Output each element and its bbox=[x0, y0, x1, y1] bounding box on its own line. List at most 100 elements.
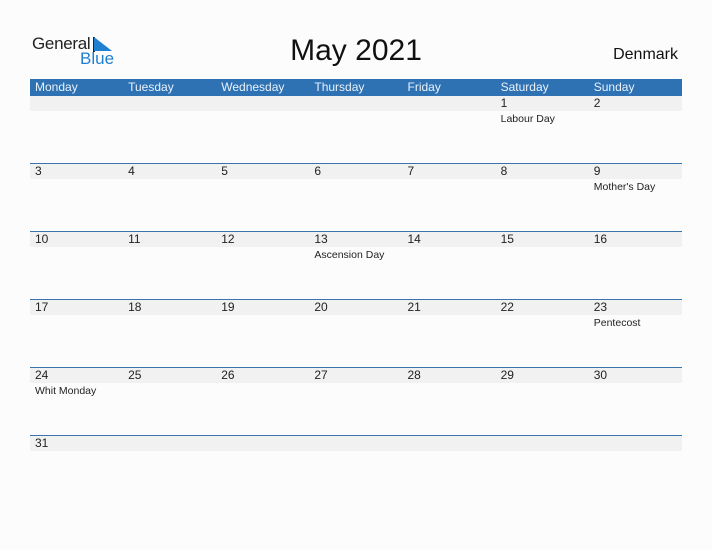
day-cell: 16 bbox=[589, 232, 682, 261]
day-cell: 18 bbox=[123, 300, 216, 329]
day-number bbox=[128, 436, 216, 451]
day-number: 21 bbox=[407, 300, 421, 314]
day-cell: 17 bbox=[30, 300, 123, 329]
day-cell: 14 bbox=[403, 232, 496, 261]
day-cell: 28 bbox=[403, 368, 496, 397]
weekday-monday: Monday bbox=[35, 80, 78, 94]
weekday-saturday: Saturday bbox=[500, 80, 549, 94]
day-cell: 24 Whit Monday bbox=[30, 368, 123, 397]
week-row: 10 11 12 13 Ascension Day 14 15 16 bbox=[30, 231, 682, 299]
day-cell bbox=[216, 96, 309, 125]
day-number bbox=[221, 436, 309, 451]
day-cell bbox=[309, 436, 402, 453]
week-row: 17 18 19 20 21 22 23 Pentecost bbox=[30, 299, 682, 367]
day-cell bbox=[403, 436, 496, 453]
day-number: 12 bbox=[221, 232, 235, 246]
day-number: 5 bbox=[221, 164, 228, 178]
week-cells: 10 11 12 13 Ascension Day 14 15 16 bbox=[30, 232, 682, 261]
week-row: 31 bbox=[30, 435, 682, 503]
week-cells: 24 Whit Monday 25 26 27 28 29 30 bbox=[30, 368, 682, 397]
day-number: 29 bbox=[500, 368, 514, 382]
day-cell: 19 bbox=[216, 300, 309, 329]
day-cell: 5 bbox=[216, 164, 309, 193]
day-number: 14 bbox=[407, 232, 421, 246]
day-cell: 12 bbox=[216, 232, 309, 261]
day-number bbox=[35, 96, 123, 111]
calendar-grid: Monday Tuesday Wednesday Thursday Friday… bbox=[30, 79, 682, 503]
week-row: 3 4 5 6 7 8 9 Mother's Day bbox=[30, 163, 682, 231]
week-cells: 3 4 5 6 7 8 9 Mother's Day bbox=[30, 164, 682, 193]
weekday-thursday: Thursday bbox=[314, 80, 365, 94]
week-cells: 1 Labour Day 2 bbox=[30, 96, 682, 125]
day-number bbox=[314, 96, 402, 111]
day-number bbox=[408, 96, 496, 111]
day-cell: 8 bbox=[496, 164, 589, 193]
week-row: 24 Whit Monday 25 26 27 28 29 30 bbox=[30, 367, 682, 435]
holiday-label: Whit Monday bbox=[35, 385, 97, 397]
day-cell: 26 bbox=[216, 368, 309, 397]
day-cell bbox=[309, 96, 402, 125]
day-number: 16 bbox=[593, 232, 608, 246]
day-number: 25 bbox=[128, 368, 142, 382]
day-number: 6 bbox=[314, 164, 322, 178]
day-cell: 11 bbox=[123, 232, 216, 261]
day-cell: 21 bbox=[403, 300, 496, 329]
day-number bbox=[221, 96, 309, 111]
day-number: 19 bbox=[221, 300, 235, 314]
day-number: 24 bbox=[35, 368, 49, 382]
day-number bbox=[314, 436, 402, 451]
day-cell bbox=[123, 436, 216, 453]
day-number bbox=[501, 436, 589, 451]
day-cell: 6 bbox=[309, 164, 402, 193]
day-number bbox=[128, 96, 216, 111]
country-label: Denmark bbox=[613, 46, 678, 63]
week-row: 1 Labour Day 2 bbox=[30, 96, 682, 163]
day-cell: 25 bbox=[123, 368, 216, 397]
day-number: 9 bbox=[593, 164, 601, 178]
week-cells: 17 18 19 20 21 22 23 Pentecost bbox=[30, 300, 682, 329]
day-cell: 4 bbox=[123, 164, 216, 193]
day-number: 10 bbox=[35, 232, 49, 246]
day-cell bbox=[496, 436, 589, 453]
weekday-sunday: Sunday bbox=[593, 80, 635, 94]
weekday-wednesday: Wednesday bbox=[221, 80, 285, 94]
day-number: 26 bbox=[221, 368, 235, 382]
page-title: May 2021 bbox=[290, 34, 422, 67]
weekday-header: Monday Tuesday Wednesday Thursday Friday… bbox=[30, 79, 682, 96]
weeks-container: 1 Labour Day 2 3 4 5 6 7 8 9 Mother's Day 10 11 12 13 A… bbox=[30, 96, 682, 503]
holiday-label: Ascension Day bbox=[314, 249, 385, 261]
day-number: 20 bbox=[314, 300, 328, 314]
day-cell: 15 bbox=[496, 232, 589, 261]
day-cell: 3 bbox=[30, 164, 123, 193]
day-number: 22 bbox=[500, 300, 514, 314]
day-cell bbox=[403, 96, 496, 125]
day-cell: 1 Labour Day bbox=[496, 96, 589, 125]
day-number: 7 bbox=[407, 164, 415, 178]
day-number: 30 bbox=[593, 368, 608, 382]
day-number: 2 bbox=[593, 96, 601, 110]
day-number: 15 bbox=[500, 232, 514, 246]
day-cell: 30 bbox=[589, 368, 682, 397]
day-cell: 13 Ascension Day bbox=[309, 232, 402, 261]
day-number: 13 bbox=[314, 232, 328, 246]
day-number: 3 bbox=[35, 164, 42, 178]
day-cell: 23 Pentecost bbox=[589, 300, 682, 329]
day-cell bbox=[216, 436, 309, 453]
day-cell: 31 bbox=[30, 436, 123, 453]
day-cell: 2 bbox=[589, 96, 682, 125]
day-cell: 29 bbox=[496, 368, 589, 397]
day-number bbox=[408, 436, 496, 451]
day-number: 1 bbox=[500, 96, 508, 110]
day-cell: 10 bbox=[30, 232, 123, 261]
day-cell: 9 Mother's Day bbox=[589, 164, 682, 193]
day-number: 23 bbox=[593, 300, 608, 314]
day-number: 4 bbox=[128, 164, 135, 178]
day-cell: 27 bbox=[309, 368, 402, 397]
day-cell: 7 bbox=[403, 164, 496, 193]
day-cell bbox=[589, 436, 682, 453]
holiday-label: Pentecost bbox=[593, 317, 641, 329]
day-number: 28 bbox=[407, 368, 421, 382]
day-number: 31 bbox=[35, 436, 49, 450]
day-cell bbox=[123, 96, 216, 125]
week-cells: 31 bbox=[30, 436, 682, 453]
